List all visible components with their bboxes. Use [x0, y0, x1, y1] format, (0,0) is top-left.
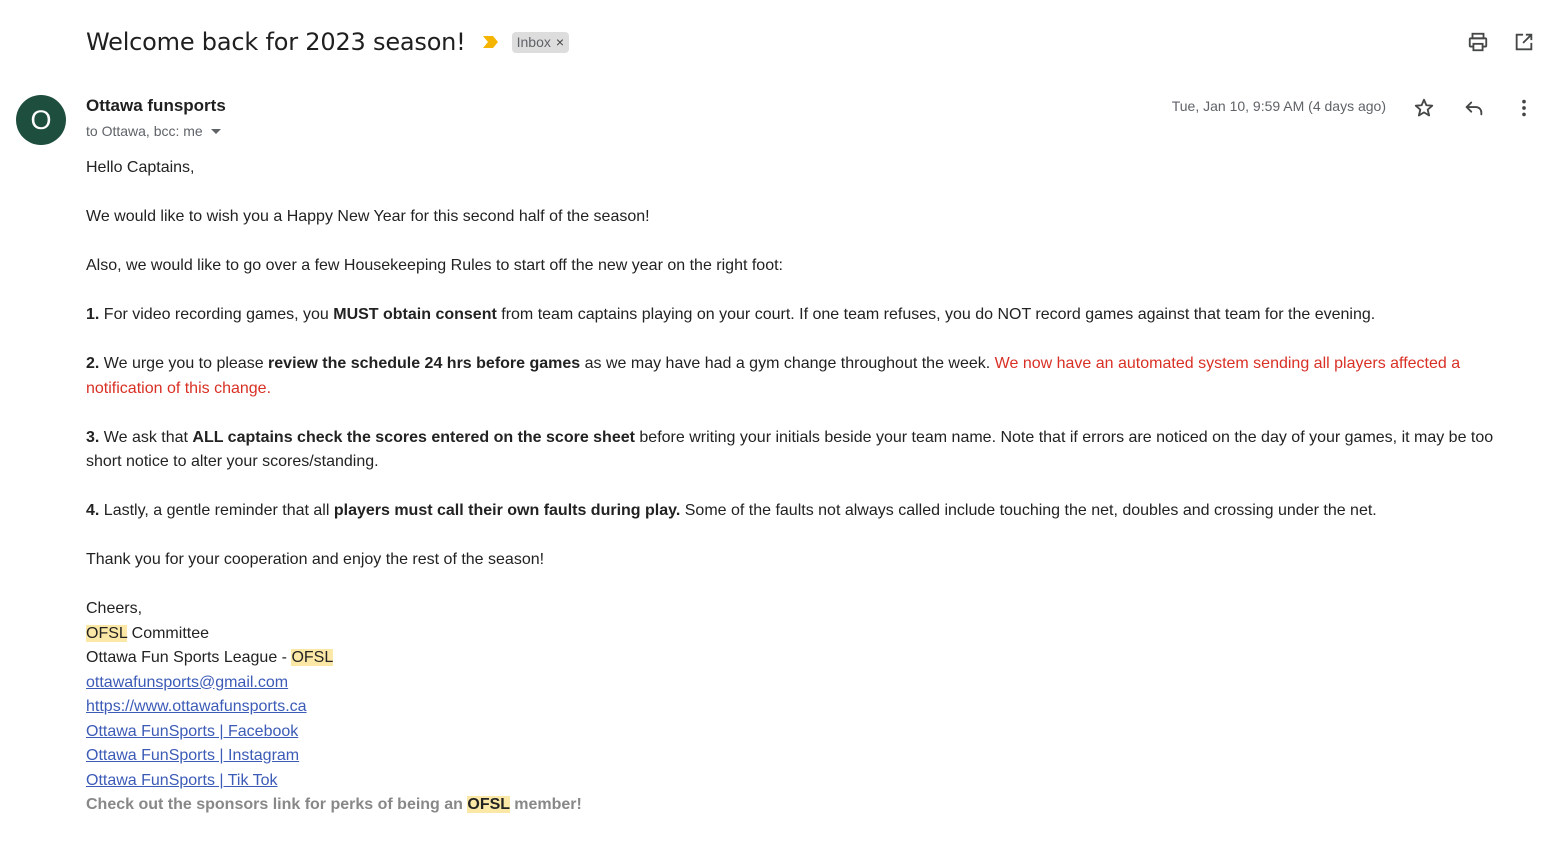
sponsors-note-b: member!: [509, 796, 582, 813]
recipients-text: to Ottawa, bcc: me: [86, 123, 203, 139]
rule-1: 1. For video recording games, you MUST o…: [86, 303, 1526, 328]
thanks-line: Thank you for your cooperation and enjoy…: [86, 551, 545, 568]
signature: Cheers, OFSL Committee Ottawa Fun Sports…: [86, 597, 1526, 818]
message-body: Hello Captains, We would like to wish yo…: [86, 156, 1526, 818]
sponsors-note-a: Check out the sponsors link for perks of…: [86, 796, 468, 813]
open-in-new-window-icon[interactable]: [1512, 30, 1536, 54]
rule-2-text-c: as we may have had a gym change througho…: [580, 355, 995, 372]
rule-1-text-c: from team captains playing on your court…: [496, 306, 1376, 323]
tiktok-link[interactable]: Ottawa FunSports | Tik Tok: [86, 772, 278, 789]
signature-instagram-line: Ottawa FunSports | Instagram: [86, 744, 1526, 769]
rule-2-number: 2.: [86, 355, 100, 372]
league-text: Ottawa Fun Sports League -: [86, 649, 292, 666]
signature-tiktok-line: Ottawa FunSports | Tik Tok: [86, 769, 1526, 794]
email-subject: Welcome back for 2023 season!: [86, 28, 466, 56]
show-details-chevron-down-icon[interactable]: [210, 128, 221, 134]
rule-4-text-bold: players must call their own faults durin…: [333, 502, 681, 519]
rule-1-text-a: For video recording games, you: [99, 306, 334, 323]
subject-row: Welcome back for 2023 season! Inbox ×: [86, 22, 570, 62]
thread-actions: [1466, 30, 1536, 54]
importance-marker-icon[interactable]: [482, 35, 500, 49]
rule-3-text-a: We ask that: [99, 428, 193, 446]
ofsl-highlight: OFSL: [467, 796, 510, 813]
inbox-label-chip: Inbox ×: [511, 31, 570, 53]
paragraph-new-year: We would like to wish you a Happy New Ye…: [86, 208, 650, 225]
sponsors-note: Check out the sponsors link for perks of…: [86, 793, 1526, 818]
signature-facebook-line: Ottawa FunSports | Facebook: [86, 720, 1526, 745]
rule-4-text-c: Some of the faults not always called inc…: [680, 502, 1377, 519]
rule-4: 4. Lastly, a gentle reminder that all pl…: [86, 499, 1526, 524]
more-vertical-icon[interactable]: [1512, 96, 1536, 120]
rule-3-text-bold: ALL captains check the scores entered on…: [192, 428, 635, 446]
rule-4-text-a: Lastly, a gentle reminder that all: [99, 502, 334, 519]
sender-avatar[interactable]: O: [16, 95, 66, 145]
instagram-link[interactable]: Ottawa FunSports | Instagram: [86, 747, 299, 764]
remove-label-button[interactable]: ×: [556, 34, 564, 50]
signature-league: Ottawa Fun Sports League - OFSL: [86, 646, 1526, 671]
rule-3: 3. We ask that ALL captains check the sc…: [86, 426, 1526, 475]
rule-3-number: 3.: [86, 428, 100, 446]
signature-closing: Cheers,: [86, 600, 143, 617]
rule-4-number: 4.: [86, 502, 100, 519]
website-link[interactable]: https://www.ottawafunsports.ca: [86, 698, 307, 715]
ofsl-highlight: OFSL: [291, 649, 334, 666]
reply-icon[interactable]: [1462, 96, 1486, 120]
star-icon[interactable]: [1412, 96, 1436, 120]
signature-website-line: https://www.ottawafunsports.ca: [86, 695, 1526, 720]
rule-2-text-bold: review the schedule 24 hrs before games: [268, 355, 581, 372]
print-icon[interactable]: [1466, 30, 1490, 54]
message-actions: [1412, 96, 1536, 120]
ofsl-highlight: OFSL: [86, 624, 128, 642]
recipients-line: to Ottawa, bcc: me: [86, 123, 221, 139]
email-link[interactable]: ottawafunsports@gmail.com: [86, 674, 288, 691]
rule-2: 2. We urge you to please review the sche…: [86, 352, 1526, 401]
signature-committee: OFSL Committee: [86, 622, 1526, 647]
committee-text: Committee: [127, 624, 209, 642]
greeting: Hello Captains,: [86, 159, 195, 176]
message-date: Tue, Jan 10, 9:59 AM (4 days ago): [1171, 98, 1386, 114]
paragraph-housekeeping-intro: Also, we would like to go over a few Hou…: [86, 257, 783, 274]
label-chip-text: Inbox: [516, 33, 551, 50]
rule-1-number: 1.: [86, 306, 100, 323]
signature-email-line: ottawafunsports@gmail.com: [86, 671, 1526, 696]
facebook-link[interactable]: Ottawa FunSports | Facebook: [86, 723, 298, 740]
rule-2-text-a: We urge you to please: [99, 355, 269, 372]
rule-1-text-bold: MUST obtain consent: [333, 306, 497, 323]
sender-name[interactable]: Ottawa funsports: [86, 96, 226, 116]
